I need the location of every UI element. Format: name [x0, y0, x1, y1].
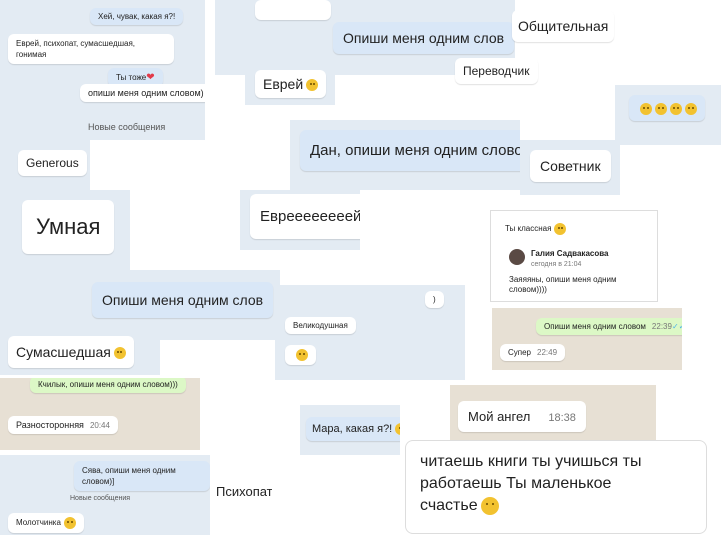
- outgoing-message: Сява, опиши меня одним словом)]: [74, 461, 210, 491]
- outgoing-message: Опиши меня одним словом22:39✓✓: [536, 318, 682, 335]
- chat-screenshot-15: Сумасшедшая: [0, 330, 160, 375]
- read-check-icon: ✓✓: [671, 322, 682, 331]
- incoming-message: Молотчинка: [8, 513, 84, 533]
- smirk-emoji: [113, 347, 126, 360]
- chat-screenshot-10: Евреееееееей: [240, 190, 360, 250]
- outgoing-message: Дан, опиши меня одним словом: [300, 130, 520, 171]
- post-date: сегодня в 21:04: [531, 261, 582, 268]
- laughing-emoji: [640, 102, 652, 115]
- smile-emoji: [296, 349, 308, 361]
- message-bubble: Generous: [18, 150, 87, 176]
- chat-screenshot-7: Дан, опиши меня одним словом: [290, 120, 520, 190]
- message-line: читаешь книги ты учишься ты: [420, 453, 642, 470]
- laughing-emoji: [395, 423, 400, 436]
- outgoing-message: Опиши меня одним слов: [333, 22, 515, 54]
- incoming-message: Мой ангел 18:38: [458, 401, 586, 432]
- message-bubble: Евреееееееей: [250, 194, 360, 239]
- bubble-top-fragment: [255, 0, 331, 20]
- heart-icon: ❤: [146, 72, 155, 83]
- chat-screenshot-18: Мой ангел 18:38: [450, 385, 656, 447]
- message-text: Ты классная: [505, 223, 567, 235]
- chat-screenshot-emoji: [615, 85, 721, 145]
- message-line: работаешь Ты маленькое: [420, 475, 612, 492]
- chat-screenshot-21: Психопат: [212, 472, 272, 522]
- kiss-emoji: [480, 497, 499, 515]
- message-bubble: Умная: [22, 200, 115, 254]
- partial-message: опиши меня одним словом): [80, 84, 205, 102]
- message-text: Психопат: [216, 484, 272, 499]
- smile-emoji: [63, 517, 76, 529]
- chat-screenshot-20: Сява, опиши меня одним словом)] Новые со…: [0, 455, 210, 535]
- incoming-message: Разносторонняя 20:44: [8, 416, 118, 434]
- message-line: счастье: [420, 497, 499, 515]
- emoji-message: [285, 345, 316, 365]
- emoji-message: [629, 95, 705, 121]
- partial-bubble: ): [425, 291, 444, 308]
- outgoing-message: Хей, чувак, какая я?!: [90, 8, 184, 25]
- chat-screenshot-9: Умная: [0, 190, 130, 270]
- chat-screenshot-8: Советник: [520, 140, 620, 195]
- neutral-face-emoji: [306, 79, 319, 92]
- outgoing-message: Опиши меня одним слов: [92, 282, 274, 318]
- partial-message: Кчилык, опиши меня одним словом))): [30, 378, 186, 393]
- chat-screenshot-16: Кчилык, опиши меня одним словом))) Разно…: [0, 378, 200, 450]
- laughing-emoji: [655, 102, 667, 115]
- laughing-emoji: [670, 102, 682, 115]
- chat-screenshot-17: Мара, какая я?!: [300, 405, 400, 455]
- laughing-emoji: [685, 102, 697, 115]
- chat-screenshot-19: читаешь книги ты учишься ты работаешь Ты…: [405, 440, 707, 534]
- message-bubble: Еврей: [255, 70, 327, 98]
- message-bubble: Советник: [530, 150, 611, 182]
- smile-emoji: [554, 223, 567, 235]
- incoming-message: Еврей, психопат, сумасшедшая, гонимая: [8, 34, 174, 64]
- avatar: [509, 249, 525, 265]
- message-bubble: Переводчик: [455, 58, 538, 84]
- incoming-message: Супер 22:49: [500, 344, 566, 361]
- new-messages-divider: Новые сообщения: [88, 122, 166, 132]
- chat-screenshot-13: ) Великодушная: [275, 285, 465, 380]
- chat-screenshot-5: Еврей: [245, 60, 335, 105]
- quoted-message: Заяяяны, опиши меня одним словом)))): [509, 275, 617, 294]
- author-name: Галия Садвакасова: [531, 249, 609, 258]
- chat-screenshot-11: Ты классная Галия Садвакасова сегодня в …: [490, 210, 658, 302]
- outgoing-message: Мара, какая я?!: [306, 417, 400, 442]
- chat-screenshot-14: Опиши меня одним словом22:39✓✓ Супер22:4…: [492, 308, 682, 370]
- message-bubble: Великодушная: [285, 317, 356, 334]
- chat-screenshot-1: Хей, чувак, какая я?! Еврей, психопат, с…: [0, 0, 205, 140]
- new-messages-divider: Новые сообщения: [70, 495, 131, 502]
- chat-screenshot-6: Generous: [0, 140, 90, 190]
- message-bubble: Общительная: [512, 10, 615, 42]
- message-bubble: Сумасшедшая: [8, 336, 134, 368]
